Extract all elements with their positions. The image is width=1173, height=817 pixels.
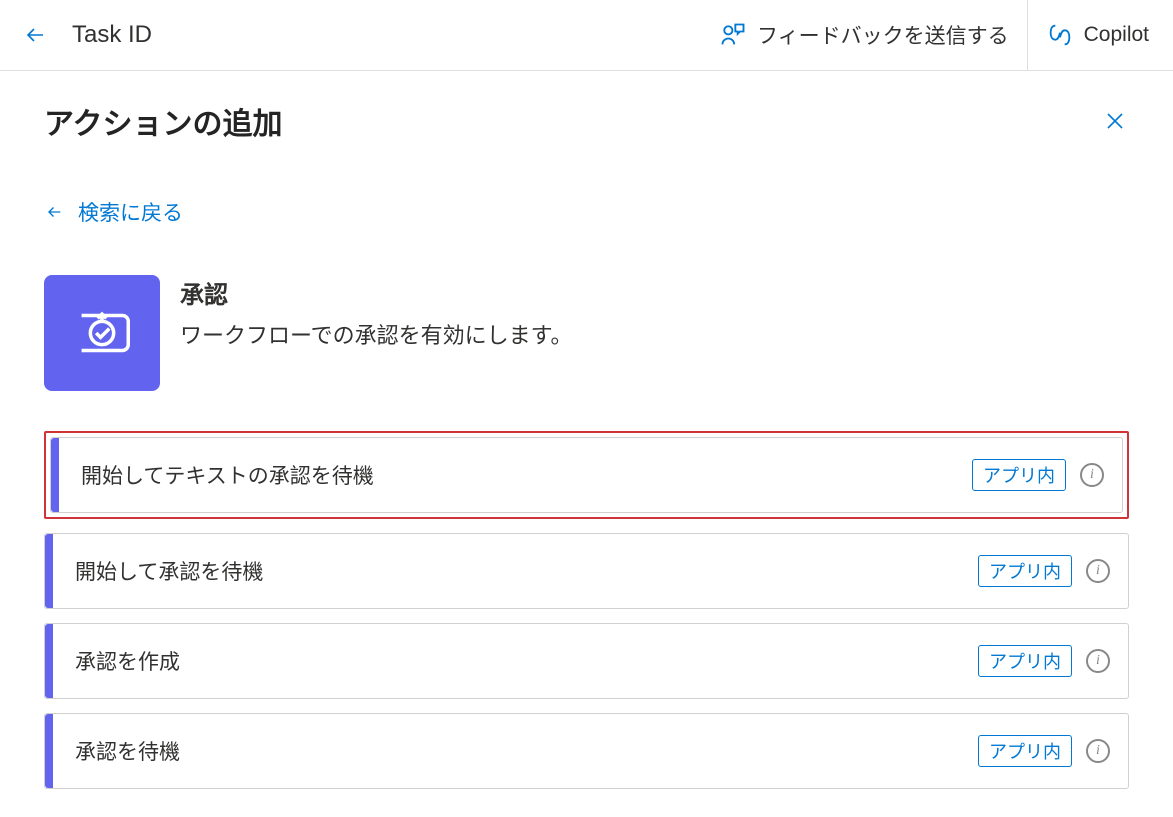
panel-title: アクションの追加	[44, 99, 283, 143]
type-badge: アプリ内	[978, 555, 1072, 587]
back-to-search-link[interactable]: 検索に戻る	[44, 197, 1129, 227]
action-label: 開始して承認を待機	[53, 556, 978, 586]
type-badge: アプリ内	[978, 735, 1072, 767]
info-icon[interactable]: i	[1080, 463, 1104, 487]
action-row[interactable]: 承認を待機 アプリ内 i	[44, 713, 1129, 789]
connector-description: ワークフローでの承認を有効にします。	[180, 318, 572, 350]
feedback-icon	[719, 21, 747, 49]
highlighted-action: 開始してテキストの承認を待機 アプリ内 i	[44, 431, 1129, 519]
approval-icon	[67, 298, 137, 368]
copilot-label: Copilot	[1084, 23, 1149, 47]
arrow-left-icon	[44, 203, 66, 221]
add-action-panel: アクションの追加 検索に戻る 承認 ワークフローでの承認を有効にします。 開始し…	[0, 71, 1173, 817]
type-badge: アプリ内	[972, 459, 1066, 491]
info-icon[interactable]: i	[1086, 649, 1110, 673]
action-label: 承認を作成	[53, 646, 978, 676]
connector-name: 承認	[180, 275, 572, 310]
action-label: 承認を待機	[53, 736, 978, 766]
action-row[interactable]: 承認を作成 アプリ内 i	[44, 623, 1129, 699]
page-title: Task ID	[72, 21, 701, 49]
feedback-label: フィードバックを送信する	[757, 20, 1009, 50]
connector-info: 承認 ワークフローでの承認を有効にします。	[180, 275, 572, 391]
copilot-button[interactable]: Copilot	[1028, 0, 1149, 71]
info-icon[interactable]: i	[1086, 739, 1110, 763]
panel-header: アクションの追加	[44, 99, 1129, 143]
arrow-left-icon	[24, 22, 48, 48]
accent-bar	[45, 714, 53, 788]
accent-bar	[45, 624, 53, 698]
feedback-button[interactable]: フィードバックを送信する	[701, 0, 1028, 71]
connector-tile	[44, 275, 160, 391]
close-icon	[1103, 109, 1127, 133]
copilot-icon	[1046, 21, 1074, 49]
accent-bar	[45, 534, 53, 608]
top-bar: Task ID フィードバックを送信する Copilot	[0, 0, 1173, 71]
back-button[interactable]	[24, 23, 48, 47]
info-icon[interactable]: i	[1086, 559, 1110, 583]
type-badge: アプリ内	[978, 645, 1072, 677]
back-to-search-label: 検索に戻る	[78, 197, 183, 227]
accent-bar	[51, 438, 59, 512]
action-row[interactable]: 開始して承認を待機 アプリ内 i	[44, 533, 1129, 609]
action-label: 開始してテキストの承認を待機	[59, 460, 972, 490]
connector-header: 承認 ワークフローでの承認を有効にします。	[44, 275, 1129, 391]
close-button[interactable]	[1101, 107, 1129, 135]
action-row[interactable]: 開始してテキストの承認を待機 アプリ内 i	[50, 437, 1123, 513]
